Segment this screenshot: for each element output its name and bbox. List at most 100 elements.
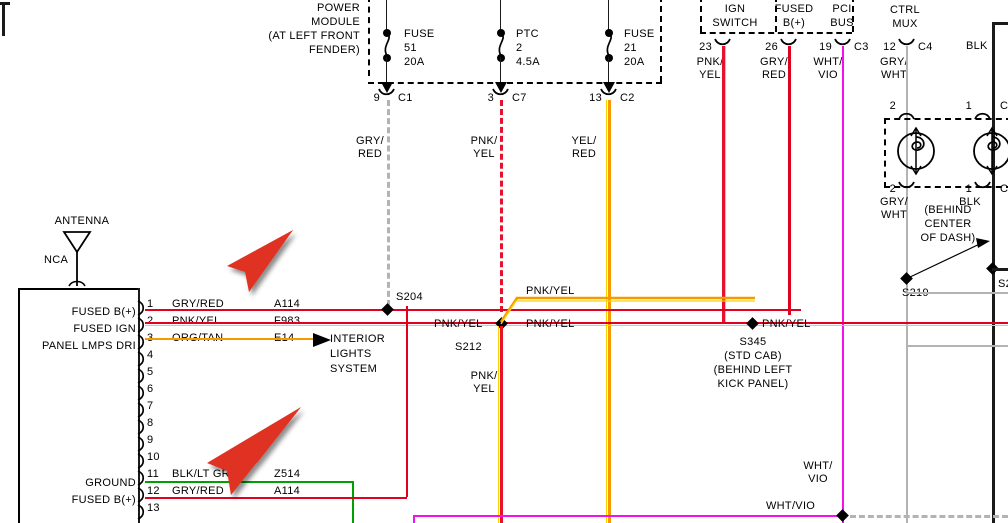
wire-wht-vio-dashed-continuation: [850, 515, 1008, 518]
fuse3-connector: C2: [620, 92, 635, 104]
wire-label-blk-right: BLK: [966, 40, 988, 52]
fuse3-terminal-bottom: [605, 54, 613, 62]
pin26-cavity: 26: [765, 41, 778, 53]
fuse3-number: 21: [624, 42, 637, 54]
wire-pnk-yel-down-stripe: [497, 326, 499, 523]
splice-s345-note3: KICK PANEL): [717, 378, 789, 390]
radio-pin-6-bracket-icon: [137, 385, 145, 401]
wiring-diagram-canvas: POWER MODULE (AT LEFT FRONT FENDER) FUSE…: [0, 0, 1008, 523]
connector-pin-pci-bus-label1: PCI: [832, 3, 852, 15]
fuse2-cavity-bracket-icon: [492, 88, 509, 96]
connector-pin-ign-switch-label2: SWITCH: [712, 17, 758, 29]
radio-pin-1-bracket-icon: [137, 300, 145, 316]
upper-right-connector-box-bottom: [700, 32, 852, 34]
speaker-pin1-top-num: 1: [965, 100, 972, 112]
antenna-wire-label: NCA: [44, 254, 69, 266]
splice-s345-note1: (STD CAB): [724, 350, 782, 362]
radio-pin-7-bracket-icon: [137, 402, 145, 418]
connector-pin-radio-ctrl-mux-label1: RADIO: [874, 0, 936, 3]
radio-pin-10-bracket-icon: [137, 453, 145, 469]
fuse3-type: FUSE: [624, 28, 655, 40]
fuse2-type: PTC: [516, 28, 539, 40]
wire-pin12-gry-red-vertical: [406, 306, 408, 497]
radio-pin-9-bracket-icon: [137, 436, 145, 452]
wire-gry-red-vertical: [387, 100, 390, 306]
radio-pin-10-num: 10: [147, 451, 160, 463]
wire-label-gry-red-vertical: GRY/ RED: [356, 135, 384, 160]
wire-wht-vio-horizontal: [413, 515, 845, 517]
connector-pin-pci-bus-label2: BUS: [830, 17, 854, 29]
radio-pin-6-num: 6: [147, 383, 154, 395]
power-module-box-bottom: [368, 82, 662, 84]
speaker-bottom-connector-right: C: [1000, 183, 1008, 195]
wire-wht-vio-pci-vertical: [842, 46, 844, 523]
power-module-title-line2: MODULE: [311, 16, 360, 28]
fuse1-terminal-bottom: [383, 54, 391, 62]
frame-line-grey-mid: [906, 292, 1008, 294]
fuse2-terminal-bottom: [497, 54, 505, 62]
fuse1-number: 51: [404, 42, 417, 54]
speaker-pin1-top-bracket-icon: [974, 112, 991, 120]
antenna-label: ANTENNA: [54, 215, 110, 227]
power-module-location-line1: (AT LEFT FRONT: [268, 30, 360, 42]
connector-pin-ign-switch-label1: IGN: [724, 3, 746, 15]
speaker-top-connector-right: C: [1000, 100, 1008, 112]
wire-label-pnk-yel-h3: PNK/YEL: [526, 285, 575, 297]
wire-label-yel-red-vertical: YEL/ RED: [571, 135, 597, 160]
wire-pnk-yel-ign-vertical-stripe: [724, 46, 726, 322]
fuse1-element-icon: [384, 32, 390, 57]
connector-pin-fused-b-label1: FUSED: [774, 3, 814, 15]
speaker-location-line2: CENTER: [924, 218, 972, 230]
splice-s345-label: S345: [739, 336, 767, 348]
connector-pin-fused-b-label2: B(+): [782, 17, 806, 29]
speaker-pin2-top-bracket-icon: [898, 112, 915, 120]
fuse2-lead-top: [500, 0, 501, 30]
splice-s204-dot: [381, 303, 394, 316]
wire-label-pnk-yel-h4: PNK/YEL: [762, 318, 811, 330]
fuse1-cavity-bracket-icon: [378, 88, 395, 96]
wire-blk-s2-horizontal: [992, 268, 1008, 271]
fuse1-rating: 20A: [404, 56, 425, 68]
speaker-pin1-bottom-bracket-icon: [974, 181, 991, 189]
radio-pin-1-function: FUSED B(+): [71, 306, 136, 318]
wire-pin1-gry-red-riser: [788, 309, 791, 315]
power-module-title-line1: POWER: [316, 2, 360, 14]
splice-s212-label: S212: [455, 341, 482, 353]
wire-label-pnk-yel-h2: PNK/YEL: [526, 318, 575, 330]
speaker-left-coil-icon: [897, 126, 935, 176]
radio-pin-3-function: PANEL LMPS DRI: [41, 340, 136, 352]
fuse1-lead-top: [386, 0, 387, 30]
speaker-pin1-bottom-num: 1: [965, 183, 972, 195]
wire-label-wht-vio-vertical: WHT/ VIO: [803, 460, 833, 485]
radio-pin-11-num: 11: [147, 468, 160, 480]
wire-pnk-yel-down: [500, 326, 503, 523]
radio-pin-8-bracket-icon: [137, 419, 145, 435]
pin23-cavity: 23: [699, 41, 712, 53]
wire-pin3-org-tan-horizontal: [145, 338, 315, 340]
radio-pin-8-num: 8: [147, 417, 154, 429]
splice-s345-note2: (BEHIND LEFT: [713, 364, 793, 376]
connector-pin-radio-ctrl-mux-label3: MUX: [892, 18, 918, 30]
fuse2-rating: 4.5A: [516, 56, 540, 68]
wire-pnk-yel-vertical-upper: [500, 100, 503, 312]
fuse2-number: 2: [516, 42, 523, 54]
wire-pin11-ground-vertical: [352, 481, 354, 523]
fuse2-cavity: 3: [487, 92, 494, 104]
fuse3-cavity-bracket-icon: [600, 88, 617, 96]
pin12-cavity: 12: [883, 41, 896, 53]
speaker-pin2-bottom-num: 2: [889, 183, 896, 195]
radio-pin-12-function: FUSED B(+): [71, 494, 136, 506]
fuse2-element-icon: [498, 32, 504, 57]
wire-blk-top-horizontal: [992, 22, 1008, 25]
power-module-location-line2: FENDER): [309, 44, 360, 56]
interior-lights-line1: INTERIOR: [330, 333, 385, 345]
wire-label-gry-wht-mux: GRY/ WHT: [880, 56, 908, 81]
radio-pin-13-num: 13: [147, 502, 160, 514]
annotation-arrow-pin1: [227, 230, 293, 292]
radio-pin-9-num: 9: [147, 434, 154, 446]
splice-s204-label: S204: [396, 291, 423, 303]
wire-label-wht-vio-horizontal: WHT/VIO: [766, 500, 816, 512]
pin19-cavity: 19: [819, 41, 832, 53]
page-border-left: [2, 2, 5, 36]
pin19-connector: C3: [854, 41, 869, 53]
